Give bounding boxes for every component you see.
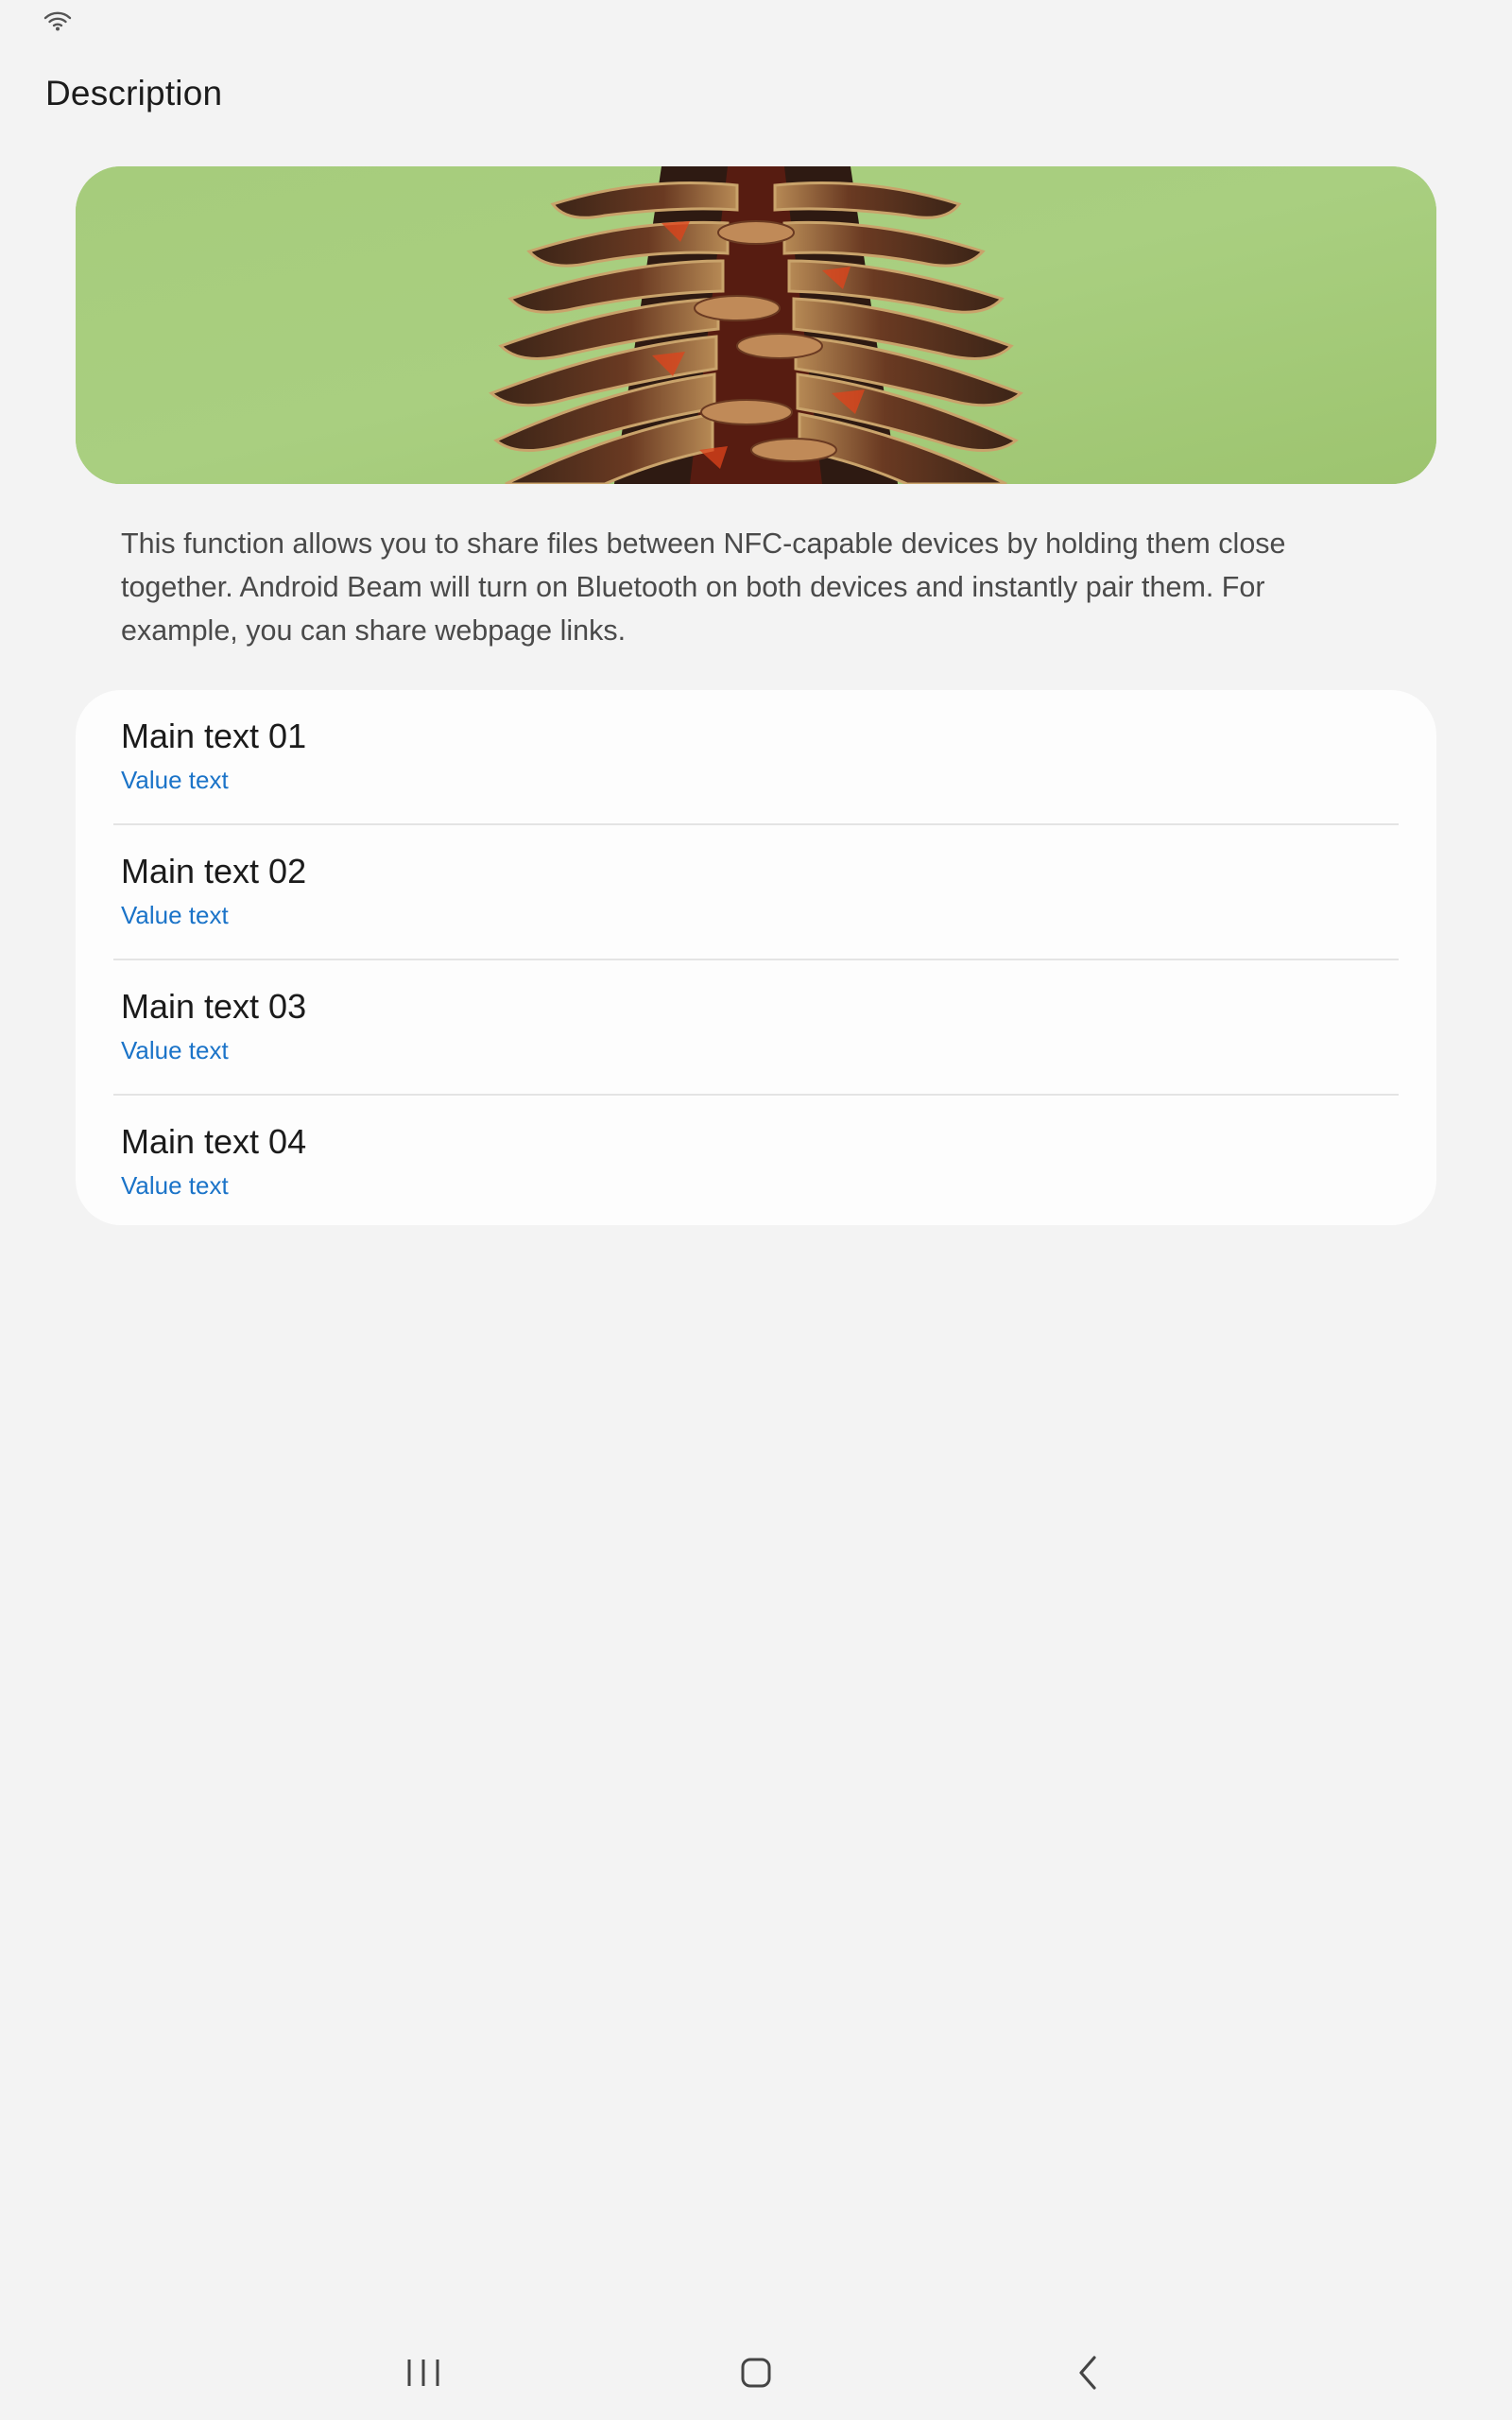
list-item[interactable]: Main text 03 Value text [113, 960, 1399, 1096]
settings-list: Main text 01 Value text Main text 02 Val… [76, 690, 1436, 1225]
list-item-value-text: Value text [121, 901, 229, 929]
recent-apps-icon[interactable] [395, 2344, 452, 2401]
list-item-main-text: Main text 03 [121, 987, 307, 1026]
list-item-main-text: Main text 02 [121, 852, 307, 890]
description-text: This function allows you to share files … [121, 527, 1286, 647]
back-icon[interactable] [1060, 2344, 1117, 2401]
list-item[interactable]: Main text 04 Value text [113, 1096, 1399, 1225]
list-item-value-text: Value text [121, 1171, 229, 1200]
list-item-main-text: Main text 01 [121, 717, 307, 755]
pine-cone-image [76, 166, 1436, 484]
list-item[interactable]: Main text 02 Value text [113, 825, 1399, 960]
home-icon[interactable] [728, 2344, 784, 2401]
wifi-icon [43, 11, 72, 31]
list-item-main-text: Main text 04 [121, 1122, 307, 1161]
page-title: Description [45, 74, 223, 112]
list-item[interactable]: Main text 01 Value text [113, 690, 1399, 825]
hero-image [76, 166, 1436, 484]
list-item-value-text: Value text [121, 766, 229, 794]
status-bar [0, 0, 1512, 38]
navigation-bar [0, 2325, 1512, 2420]
list-item-value-text: Value text [121, 1036, 229, 1064]
